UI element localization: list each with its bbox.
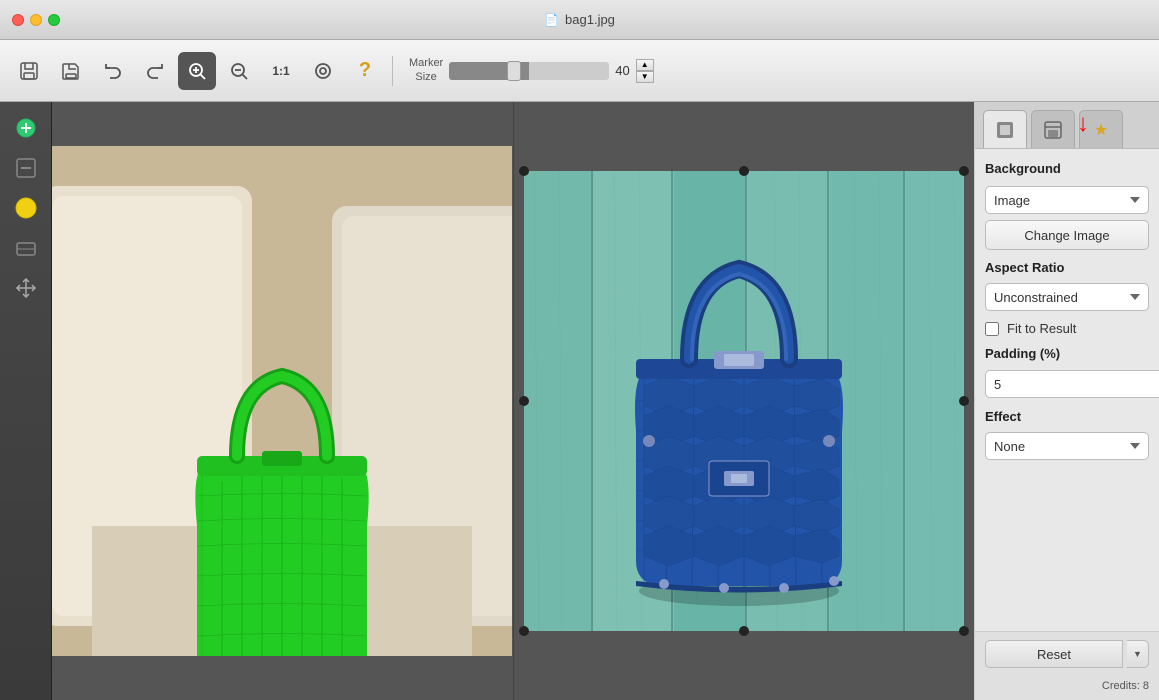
red-arrow-indicator: ↓ [1077, 110, 1089, 138]
marker-size-value: 40 [615, 63, 629, 78]
zoom-out-button[interactable] [220, 52, 258, 90]
original-image [52, 146, 512, 656]
change-image-button[interactable]: Change Image [985, 220, 1149, 250]
toolbar: 1:1 ? MarkerSize 40 ▲ ▼ [0, 40, 1159, 102]
foreground-color-button[interactable] [8, 190, 44, 226]
minimize-button[interactable] [30, 14, 42, 26]
result-image-panel [514, 102, 975, 700]
save-button[interactable] [52, 52, 90, 90]
window-title-text: bag1.jpg [565, 12, 615, 27]
add-tool-button[interactable] [8, 110, 44, 146]
fit-to-result-label: Fit to Result [1007, 321, 1076, 336]
zoom-fit-button[interactable] [304, 52, 342, 90]
result-image-container [524, 171, 964, 631]
undo-button[interactable] [94, 52, 132, 90]
main-layout: ↓ ★ Background [0, 102, 1159, 700]
tab-background[interactable] [983, 110, 1027, 148]
padding-input-row: ▲ ▼ [985, 369, 1149, 399]
tab-bar: ★ [975, 102, 1159, 149]
zoom-reset-button[interactable]: 1:1 [262, 52, 300, 90]
padding-input[interactable] [985, 370, 1159, 398]
fit-to-result-row: Fit to Result [985, 321, 1149, 336]
panel-content: Background Image None Color Gradient Cha… [975, 149, 1159, 631]
aspect-ratio-dropdown[interactable]: Unconstrained Original 1:1 4:3 16:9 [985, 283, 1149, 311]
background-type-dropdown[interactable]: Image None Color Gradient [985, 186, 1149, 214]
canvas-area [52, 102, 974, 700]
bottom-bar: Reset ▼ [975, 631, 1159, 676]
reset-button[interactable]: Reset [985, 640, 1123, 668]
marker-size-slider[interactable] [449, 62, 609, 80]
handle-middle-left[interactable] [519, 396, 529, 406]
handle-top-left[interactable] [519, 166, 529, 176]
handle-top-right[interactable] [959, 166, 969, 176]
move-tool-button[interactable] [8, 270, 44, 306]
subtract-tool-button[interactable] [8, 150, 44, 186]
save-workspace-button[interactable] [10, 52, 48, 90]
padding-section: Padding (%) ▲ ▼ [985, 346, 1149, 399]
original-image-container [52, 146, 512, 656]
fit-to-result-checkbox[interactable] [985, 322, 999, 336]
marker-size-group: MarkerSize 40 ▲ ▼ [409, 57, 654, 83]
effect-label: Effect [985, 409, 1149, 424]
file-icon: 📄 [544, 13, 559, 27]
tab-output[interactable] [1031, 110, 1075, 148]
effect-section: Effect None Shadow Blur Glow [985, 409, 1149, 460]
right-sidebar: ↓ ★ Background [974, 102, 1159, 700]
help-button[interactable]: ? [346, 52, 384, 90]
aspect-ratio-section: Aspect Ratio Unconstrained Original 1:1 … [985, 260, 1149, 311]
handle-bottom-left[interactable] [519, 626, 529, 636]
credits-bar: Credits: 8 [975, 676, 1159, 700]
toolbar-separator [392, 56, 393, 86]
aspect-ratio-label: Aspect Ratio [985, 260, 1149, 275]
zoom-in-button[interactable] [178, 52, 216, 90]
handle-bottom-center[interactable] [739, 626, 749, 636]
handle-middle-right[interactable] [959, 396, 969, 406]
redo-button[interactable] [136, 52, 174, 90]
background-section: Background Image None Color Gradient Cha… [985, 161, 1149, 250]
title-bar: 📄 bag1.jpg [0, 0, 1159, 40]
handle-top-center[interactable] [739, 166, 749, 176]
handle-bottom-right[interactable] [959, 626, 969, 636]
original-image-panel [52, 102, 514, 700]
reset-dropdown-button[interactable]: ▼ [1127, 640, 1149, 668]
marker-size-decrement[interactable]: ▼ [636, 71, 654, 83]
window-controls [12, 14, 60, 26]
maximize-button[interactable] [48, 14, 60, 26]
result-image [524, 171, 964, 631]
credits-text: Credits: 8 [1102, 680, 1149, 692]
marker-size-increment[interactable]: ▲ [636, 59, 654, 71]
left-sidebar [0, 102, 52, 700]
marker-size-stepper: ▲ ▼ [636, 59, 654, 83]
marker-size-label: MarkerSize [409, 57, 443, 83]
padding-label: Padding (%) [985, 346, 1149, 361]
close-button[interactable] [12, 14, 24, 26]
window-title: 📄 bag1.jpg [544, 12, 615, 27]
effect-dropdown[interactable]: None Shadow Blur Glow [985, 432, 1149, 460]
background-section-label: Background [985, 161, 1149, 176]
erase-tool-button[interactable] [8, 230, 44, 266]
